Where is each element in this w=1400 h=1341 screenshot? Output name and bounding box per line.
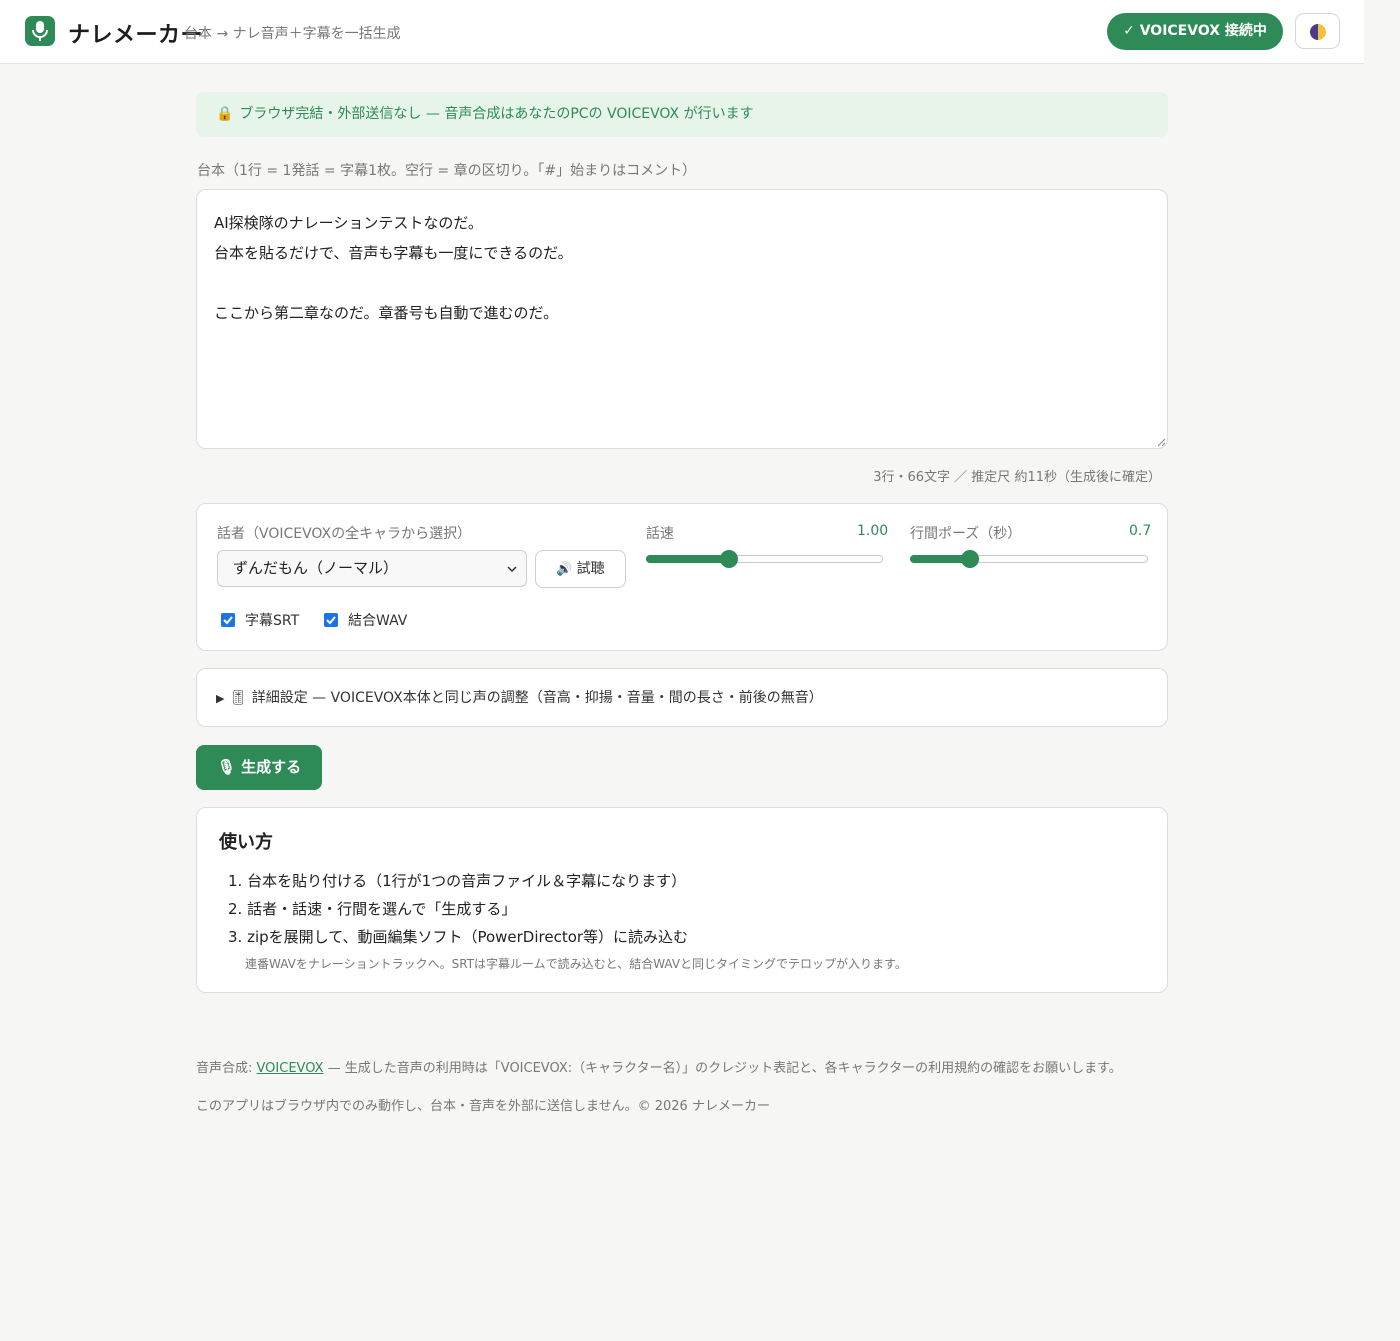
credit-suffix: — 生成した音声の利用時は「VOICEVOX:（キャラクター名）」のクレジット表… — [323, 1061, 1122, 1076]
voicevox-link[interactable]: VOICEVOX — [257, 1061, 324, 1076]
pause-slider-thumb[interactable] — [961, 550, 979, 568]
half-moon-icon — [1310, 24, 1326, 40]
chevron-down-icon — [507, 566, 517, 573]
copyright-footer: このアプリはブラウザ内でのみ動作し、台本・音声を外部に送信しません。© 2026… — [196, 1099, 770, 1114]
pause-value: 0.7 — [1129, 523, 1152, 539]
credit-prefix: 音声合成: — [196, 1061, 257, 1076]
resize-grip-icon[interactable] — [1156, 437, 1166, 447]
howto-step: 1. 台本を貼り付ける（1行が1つの音声ファイル＆字幕になります） — [228, 872, 687, 890]
app-title: ナレメーカー — [68, 23, 204, 48]
speed-value: 1.00 — [857, 523, 889, 539]
speed-slider-fill — [646, 555, 729, 563]
speaker-label: 話者（VOICEVOXの全キャラから選択） — [217, 526, 472, 542]
pause-label: 行間ポーズ（秒） — [910, 526, 1022, 542]
lock-icon: 🔒 — [216, 106, 234, 122]
script-label: 台本（1行 = 1発話 = 字幕1枚。空行 = 章の区切り。「#」始まりはコメン… — [197, 163, 697, 179]
app-subtitle: 台本 → ナレ音声＋字幕を一括生成 — [184, 26, 401, 42]
advanced-settings-toggle[interactable]: ▶ 🎚 詳細設定 — VOICEVOX本体と同じ声の調整（音高・抑揚・音量・間の長… — [196, 668, 1168, 727]
privacy-banner: 🔒 ブラウザ完結・外部送信なし — 音声合成はあなたのPCの VOICEVOX が… — [196, 92, 1168, 137]
wav-checkbox-row[interactable]: 結合WAV — [324, 610, 407, 630]
generate-button[interactable]: 🎙 生成する — [196, 745, 322, 790]
wav-label: 結合WAV — [348, 613, 408, 629]
check-icon — [223, 616, 233, 625]
privacy-text: ブラウザ完結・外部送信なし — 音声合成はあなたのPCの VOICEVOX が行… — [239, 106, 754, 122]
pause-slider[interactable] — [910, 550, 1148, 568]
howto-step: 3. zipを展開して、動画編集ソフト（PowerDirector等）に読み込む — [228, 928, 689, 946]
speed-slider-thumb[interactable] — [720, 550, 739, 568]
theme-toggle-button[interactable] — [1295, 13, 1340, 49]
settings-panel: 話者（VOICEVOXの全キャラから選択） ずんだもん（ノーマル） 🔊 試聴 話速… — [196, 503, 1168, 651]
voicevox-status-badge[interactable]: ✓ VOICEVOX 接続中 — [1107, 13, 1283, 50]
script-stats: 3行・66文字 ／ 推定尺 約11秒（生成後に確定） — [873, 470, 1161, 485]
howto-title: 使い方 — [219, 832, 273, 853]
credit-footer: 音声合成: VOICEVOX — 生成した音声の利用時は「VOICEVOX:（キ… — [196, 1057, 1122, 1076]
app-header: ナレメーカー 台本 → ナレ音声＋字幕を一括生成 ✓ VOICEVOX 接続中 — [0, 0, 1364, 64]
microphone-icon — [25, 16, 55, 46]
check-icon — [326, 616, 336, 625]
triangle-right-icon: ▶ — [216, 692, 225, 705]
listen-button[interactable]: 🔊 試聴 — [535, 550, 626, 588]
howto-note: 連番WAVをナレーショントラックへ。SRTは字幕ルームで読み込むと、結合WAVと… — [245, 957, 907, 971]
listen-label: 試聴 — [576, 561, 605, 577]
speaker-icon: 🔊 — [556, 562, 573, 577]
howto-step: 2. 話者・話速・行間を選んで「生成する」 — [228, 900, 517, 918]
wav-checkbox[interactable] — [324, 613, 338, 627]
srt-label: 字幕SRT — [245, 613, 300, 629]
speed-slider[interactable] — [646, 550, 883, 568]
speaker-selected-value: ずんだもん（ノーマル） — [233, 559, 399, 577]
srt-checkbox-row[interactable]: 字幕SRT — [221, 610, 299, 630]
speaker-select[interactable]: ずんだもん（ノーマル） — [217, 550, 527, 587]
script-textarea[interactable]: AI探検隊のナレーションテストなのだ。 台本を貼るだけで、音声も字幕も一度にでき… — [196, 189, 1168, 449]
howto-panel: 使い方 1. 台本を貼り付ける（1行が1つの音声ファイル＆字幕になります） 2.… — [196, 807, 1168, 993]
advanced-settings-label: 🎚 詳細設定 — VOICEVOX本体と同じ声の調整（音高・抑揚・音量・間の長さ… — [229, 690, 823, 706]
speed-label: 話速 — [646, 526, 674, 542]
srt-checkbox[interactable] — [221, 613, 235, 627]
